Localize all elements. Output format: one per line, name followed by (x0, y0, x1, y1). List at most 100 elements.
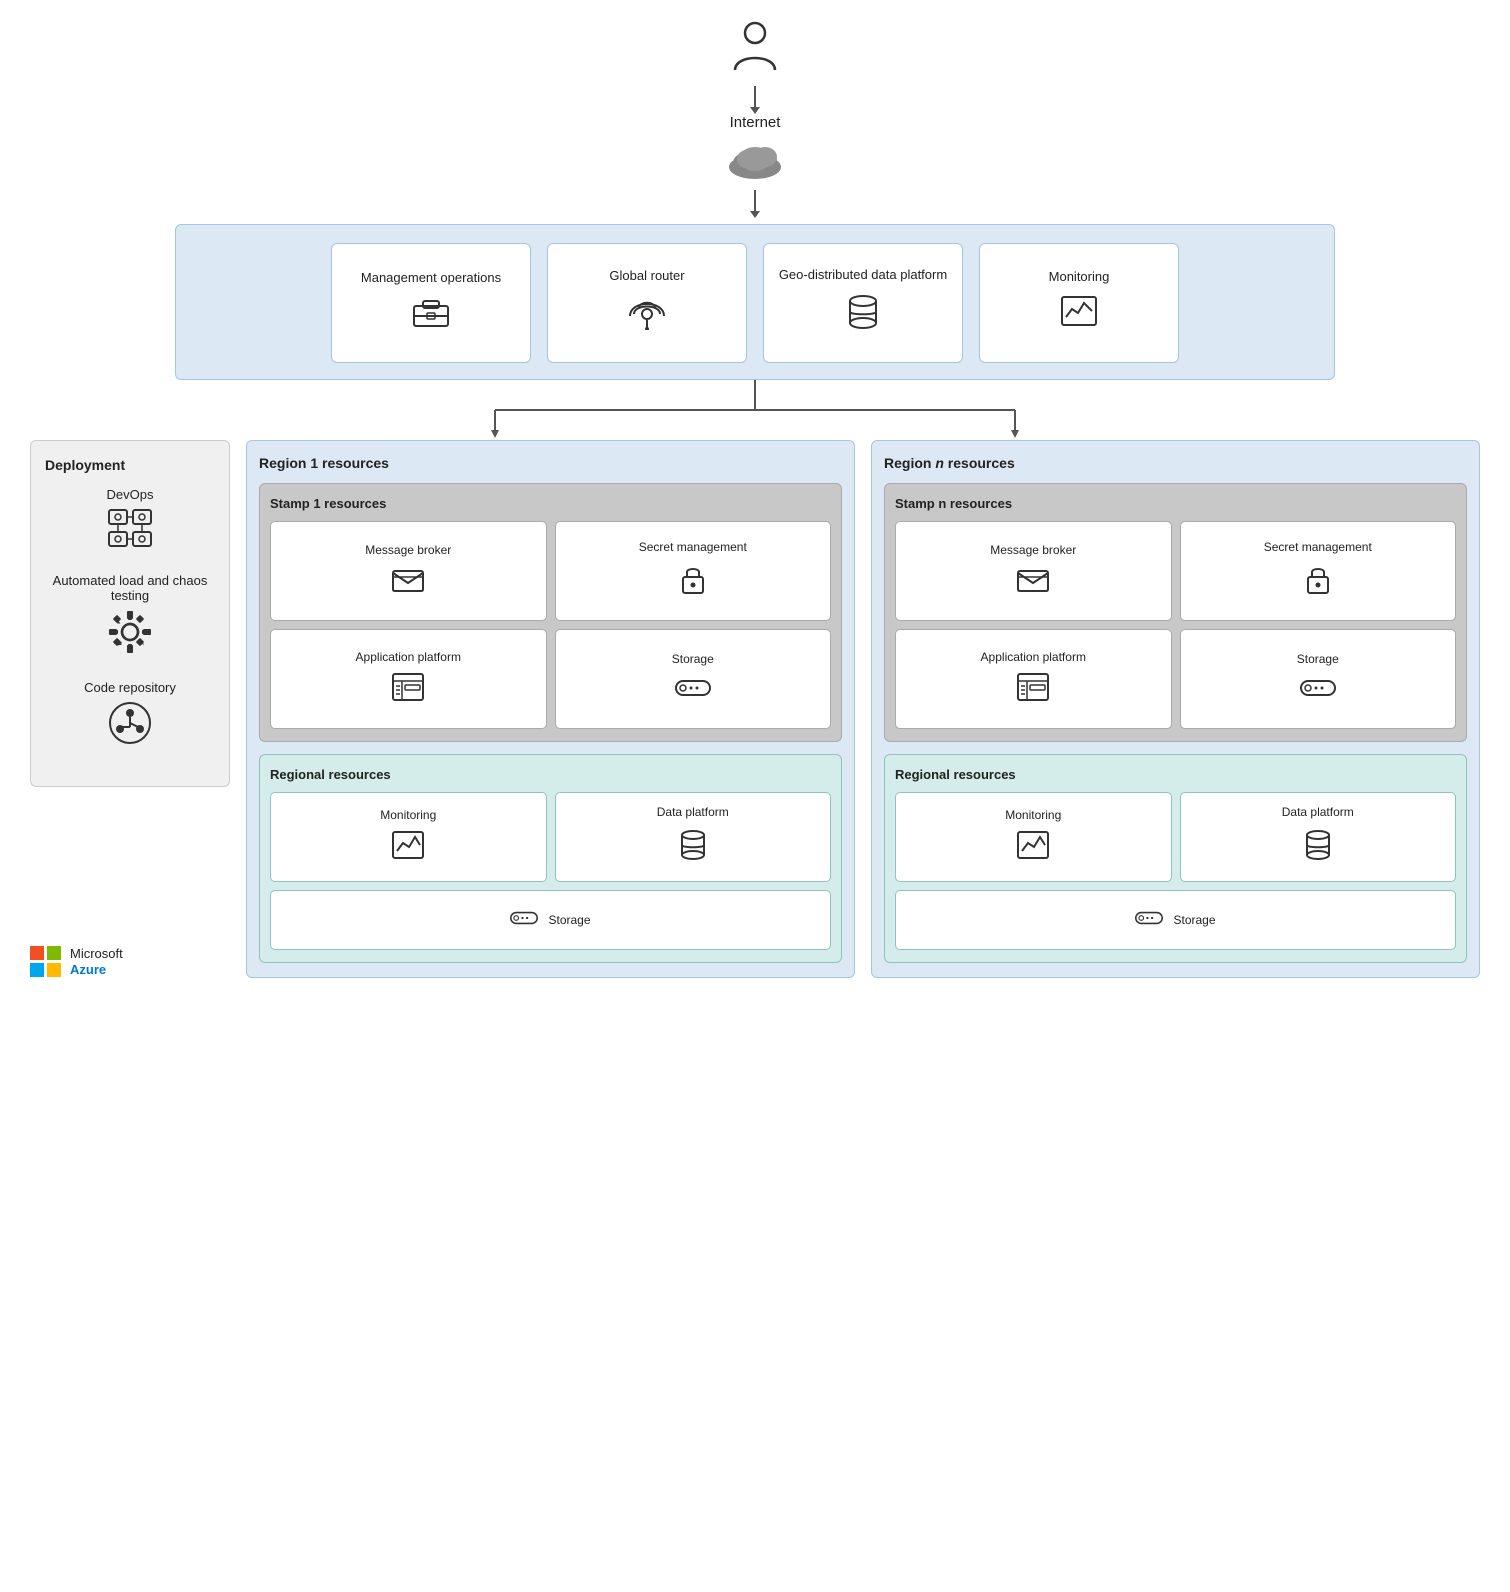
lock-icon-n (1305, 563, 1331, 602)
stamp-1-box: Stamp 1 resources Message broker (259, 483, 842, 742)
storage-icon-rn (1135, 907, 1163, 933)
secret-mgmt-n-label: Secret management (1264, 540, 1372, 556)
monitoring-global-card: Monitoring (979, 243, 1179, 363)
regional-n-title: Regional resources (895, 767, 1456, 782)
azure-logo: Microsoft Azure (30, 946, 123, 978)
azure-sq-red (30, 946, 44, 960)
chart-icon-rn (1017, 831, 1049, 866)
geo-data-label: Geo-distributed data platform (779, 267, 947, 284)
database-icon (847, 293, 879, 339)
monitoring-rn-card: Monitoring (895, 792, 1172, 882)
devops-item: DevOps (45, 487, 215, 557)
regional-1-box: Regional resources Monitoring (259, 754, 842, 963)
storage-1-label: Storage (672, 652, 714, 668)
deployment-title: Deployment (45, 457, 215, 473)
app-platform-1-label: Application platform (356, 650, 461, 666)
data-platform-r1-card: Data platform (555, 792, 832, 882)
person-icon (730, 20, 780, 84)
msg-broker-1-card: Message broker (270, 521, 547, 621)
msg-broker-n-label: Message broker (990, 543, 1076, 559)
app-icon-n (1017, 673, 1049, 708)
microsoft-label: Microsoft (70, 946, 123, 962)
gear-icon (107, 609, 153, 664)
storage-icon-r1 (510, 907, 538, 933)
chart-icon-r1 (392, 831, 424, 866)
load-testing-item: Automated load and chaos testing (45, 573, 215, 664)
stamp-n-grid: Message broker Secret mana (895, 521, 1456, 729)
code-repo-label: Code repository (84, 680, 176, 695)
storage-n-card: Storage (1180, 629, 1457, 729)
storage-icon-1 (675, 675, 711, 706)
mgmt-ops-card: Management operations (331, 243, 531, 363)
geo-data-card: Geo-distributed data platform (763, 243, 963, 363)
email-icon-1 (392, 566, 424, 599)
devops-icon (107, 508, 153, 557)
connector-arrows (175, 380, 1335, 440)
storage-icon-n (1300, 675, 1336, 706)
azure-sq-yellow (47, 963, 61, 977)
app-platform-n-card: Application platform (895, 629, 1172, 729)
chart-icon (1060, 295, 1098, 337)
router-icon (628, 294, 666, 338)
regional-1-title: Regional resources (270, 767, 831, 782)
azure-squares (30, 946, 62, 978)
global-row: Management operations Global router (192, 243, 1318, 363)
global-router-card: Global router (547, 243, 747, 363)
git-icon (108, 701, 152, 754)
data-platform-rn-card: Data platform (1180, 792, 1457, 882)
storage-rn-card: Storage (895, 890, 1456, 950)
stamp-1-grid: Message broker Secret mana (270, 521, 831, 729)
app-platform-1-card: Application platform (270, 629, 547, 729)
mgmt-ops-label: Management operations (361, 270, 501, 287)
msg-broker-1-label: Message broker (365, 543, 451, 559)
stamp-n-title: Stamp n resources (895, 496, 1456, 511)
middle-section: Deployment DevOps (30, 440, 1480, 978)
storage-r1-card: Storage (270, 890, 831, 950)
database-icon-r1 (679, 828, 707, 869)
internet-label: Internet (730, 114, 781, 131)
azure-sq-green (47, 946, 61, 960)
toolbox-icon (412, 296, 450, 336)
regional-n-box: Regional resources Monitoring (884, 754, 1467, 963)
monitoring-r1-card: Monitoring (270, 792, 547, 882)
storage-n-label: Storage (1297, 652, 1339, 668)
stamp-n-box: Stamp n resources Message broker (884, 483, 1467, 742)
monitoring-rn-label: Monitoring (1005, 808, 1061, 824)
secret-mgmt-n-card: Secret management (1180, 521, 1457, 621)
regional-1-grid: Monitoring Data platform (270, 792, 831, 882)
monitoring-r1-label: Monitoring (380, 808, 436, 824)
data-platform-r1-label: Data platform (657, 805, 729, 821)
global-box: Management operations Global router (175, 224, 1335, 380)
deployment-box: Deployment DevOps (30, 440, 230, 787)
storage-1-card: Storage (555, 629, 832, 729)
regional-n-grid: Monitoring Data platform (895, 792, 1456, 882)
region-n-box: Region n resources Stamp n resources Mes… (871, 440, 1480, 978)
region-1-title: Region 1 resources (259, 455, 842, 471)
storage-r1-label: Storage (548, 913, 590, 927)
internet-section: Internet (30, 20, 1480, 214)
region-1-box: Region 1 resources Stamp 1 resources Mes… (246, 440, 855, 978)
regions-container: Region 1 resources Stamp 1 resources Mes… (246, 440, 1480, 978)
azure-text: Microsoft Azure (70, 946, 123, 977)
monitoring-global-label: Monitoring (1049, 269, 1110, 286)
email-icon-n (1017, 566, 1049, 599)
diagram-container: Internet Management operations (0, 0, 1510, 998)
database-icon-rn (1304, 828, 1332, 869)
azure-label: Azure (70, 962, 123, 978)
lock-icon-1 (680, 563, 706, 602)
azure-sq-blue (30, 963, 44, 977)
load-testing-label: Automated load and chaos testing (45, 573, 215, 603)
app-icon-1 (392, 673, 424, 708)
code-repo-item: Code repository (45, 680, 215, 754)
stamp-1-title: Stamp 1 resources (270, 496, 831, 511)
app-platform-n-label: Application platform (981, 650, 1086, 666)
data-platform-rn-label: Data platform (1282, 805, 1354, 821)
secret-mgmt-1-card: Secret management (555, 521, 832, 621)
global-router-label: Global router (609, 268, 684, 285)
msg-broker-n-card: Message broker (895, 521, 1172, 621)
secret-mgmt-1-label: Secret management (639, 540, 747, 556)
devops-label: DevOps (107, 487, 154, 502)
region-n-title: Region n resources (884, 455, 1467, 471)
storage-rn-label: Storage (1173, 913, 1215, 927)
cloud-icon (725, 139, 785, 184)
